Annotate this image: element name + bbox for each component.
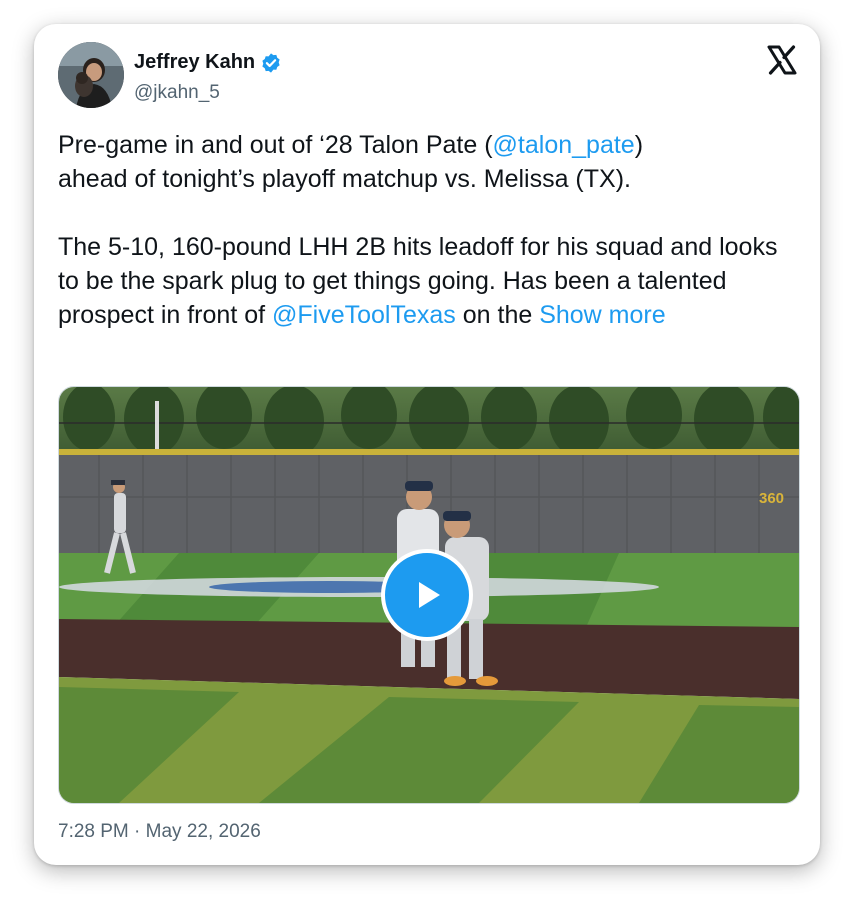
tweet-text-line1: Pre-game in and out of ‘28 Talon Pate ( <box>58 131 493 159</box>
tweet-text-line2: ahead of tonight’s playoff matchup vs. M… <box>58 165 631 193</box>
play-button[interactable] <box>381 549 473 641</box>
mention-talon-pate[interactable]: @talon_pate <box>493 131 635 159</box>
author-handle[interactable]: @jkahn_5 <box>134 82 220 104</box>
tweet-paragraph-2: The 5-10, 160-pound LHH 2B hits leadoff … <box>58 230 798 332</box>
tweet-timestamp[interactable]: 7:28 PM · May 22, 2026 <box>58 821 261 843</box>
tweet-text-line1-end: ) <box>634 131 644 159</box>
x-logo-icon[interactable] <box>766 44 798 76</box>
author-name-row: Jeffrey Kahn <box>134 51 282 74</box>
wall-sign: 360 <box>759 490 784 507</box>
verified-badge-icon <box>262 52 280 73</box>
tweet-paragraph-1: Pre-game in and out of ‘28 Talon Pate (@… <box>58 128 798 196</box>
avatar[interactable] <box>58 42 124 108</box>
mention-fivetooltexas[interactable]: @FiveToolTexas <box>272 301 456 329</box>
author-name[interactable]: Jeffrey Kahn <box>134 51 255 74</box>
show-more-link[interactable]: Show more <box>539 301 665 329</box>
tweet-text: Pre-game in and out of ‘28 Talon Pate (@… <box>58 128 798 332</box>
tweet-card: Jeffrey Kahn @jkahn_5 Pre-game in and ou… <box>34 24 820 865</box>
video-player[interactable]: 360 <box>58 386 800 804</box>
tweet-text-para2-end: on the <box>455 301 540 329</box>
play-icon <box>419 582 440 608</box>
